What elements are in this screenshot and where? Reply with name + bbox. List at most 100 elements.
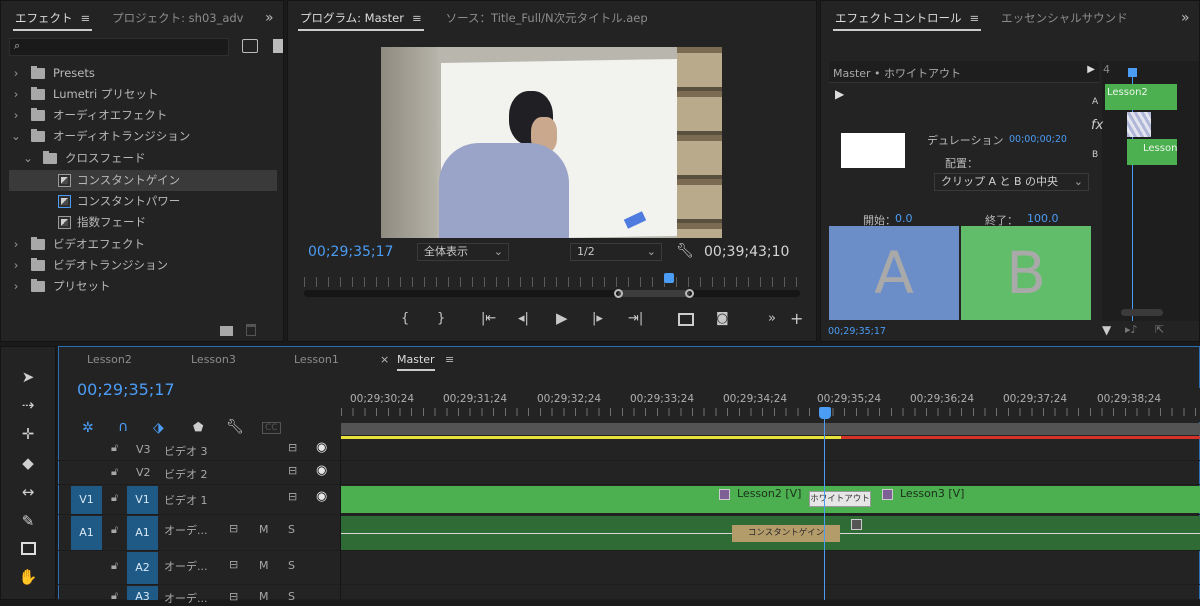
tree-item-user-presets[interactable]: › プリセット: [9, 276, 277, 297]
voiceover-record-icon[interactable]: ⊟: [229, 558, 238, 571]
expand-caret-icon[interactable]: ›: [11, 255, 21, 276]
panel-menu-icon[interactable]: ≡: [81, 1, 91, 35]
eye-icon[interactable]: ◉: [316, 440, 327, 455]
tree-item-audio-effects[interactable]: › オーディオエフェクト: [9, 105, 277, 126]
collapse-caret-icon[interactable]: ⌄: [11, 126, 21, 147]
track-target-a2[interactable]: A2: [127, 552, 158, 584]
ec-clip-lesson2[interactable]: Lesson2: [1105, 84, 1177, 110]
track-lock-icon[interactable]: 🔓︎: [111, 491, 118, 505]
go-to-in-button[interactable]: |⇤: [481, 311, 496, 326]
rectangle-tool-icon[interactable]: [15, 541, 41, 561]
track-lock-icon[interactable]: 🔓︎: [111, 465, 118, 479]
tree-item-video-effects[interactable]: › ビデオエフェクト: [9, 234, 277, 255]
solo-button-a1[interactable]: S: [288, 523, 295, 536]
ec-clip-lesson-b[interactable]: Lesson: [1127, 139, 1177, 165]
expand-caret-icon[interactable]: ›: [11, 276, 21, 297]
more-buttons-icon[interactable]: »: [768, 311, 776, 326]
video-clip-lesson3[interactable]: [841, 486, 1200, 513]
add-marker-icon[interactable]: ⬟: [193, 420, 203, 434]
sync-lock-icon[interactable]: ⊟: [288, 464, 297, 477]
play-button[interactable]: ▶: [556, 309, 568, 327]
solo-button-a3[interactable]: S: [288, 590, 295, 603]
selection-tool-icon[interactable]: ➤: [15, 368, 41, 388]
source-patch-a1[interactable]: A1: [71, 516, 102, 550]
expand-caret-icon[interactable]: ›: [11, 234, 21, 255]
safe-margins-icon[interactable]: [678, 313, 694, 326]
expand-caret-icon[interactable]: ›: [11, 63, 21, 84]
expand-caret-icon[interactable]: ›: [11, 105, 21, 126]
sequence-tab-lesson3[interactable]: Lesson3: [191, 353, 236, 366]
hand-tool-icon[interactable]: ✋: [15, 568, 41, 588]
eye-icon[interactable]: ◉: [316, 489, 327, 504]
track-id-v3[interactable]: V3: [136, 443, 151, 456]
program-time-ruler[interactable]: [304, 277, 800, 287]
step-forward-button[interactable]: |▸: [592, 311, 603, 326]
zoom-handle-left[interactable]: [614, 289, 623, 298]
new-folder-icon[interactable]: [220, 326, 233, 336]
mark-out-button[interactable]: }: [437, 311, 445, 326]
duration-value[interactable]: 00;00;00;20: [1009, 134, 1067, 145]
timeline-menu-icon[interactable]: ≡: [445, 353, 454, 366]
ec-export-icon[interactable]: ⇱: [1155, 323, 1164, 336]
tree-item-crossfade[interactable]: ⌄ クロスフェード: [9, 148, 277, 169]
track-target-a1[interactable]: A1: [127, 516, 158, 550]
linked-selection-icon[interactable]: ⬗: [153, 420, 164, 436]
track-target-v1[interactable]: V1: [127, 486, 158, 514]
ec-filter-icon[interactable]: ▼: [1102, 323, 1111, 337]
nest-toggle-icon[interactable]: ✲: [82, 420, 94, 436]
tree-item-lumetri[interactable]: › Lumetri プリセット: [9, 84, 277, 105]
track-lock-icon[interactable]: 🔓︎: [111, 441, 118, 455]
eye-icon[interactable]: ◉: [316, 463, 327, 478]
track-lock-icon[interactable]: 🔓︎: [111, 589, 118, 603]
play-transition-button[interactable]: ▶: [835, 87, 844, 101]
track-select-tool-icon[interactable]: ⇢: [15, 396, 41, 416]
sequence-tab-lesson1[interactable]: Lesson1: [294, 353, 339, 366]
panel-menu-icon[interactable]: ≡: [412, 1, 422, 35]
sequence-tab-master[interactable]: Master: [397, 353, 435, 371]
settings-wrench-icon[interactable]: 🔧︎: [676, 243, 694, 259]
program-playhead[interactable]: [664, 273, 674, 283]
ec-transition-block[interactable]: [1127, 112, 1151, 137]
work-area-bar[interactable]: [341, 423, 1200, 435]
tab-project[interactable]: プロジェクト: sh03_adv: [104, 1, 244, 35]
sync-lock-icon[interactable]: ⊟: [288, 490, 297, 503]
tree-item-presets[interactable]: › Presets: [9, 63, 277, 84]
tree-item-constant-gain[interactable]: コンスタントゲイン: [9, 170, 277, 191]
resolution-select[interactable]: 1/2 ⌄: [570, 243, 662, 261]
timeline-current-timecode[interactable]: 00;29;35;17: [77, 380, 175, 399]
program-current-timecode[interactable]: 00;29;35;17: [308, 244, 393, 260]
ec-scroll-bar[interactable]: [1121, 309, 1163, 316]
track-target-a3[interactable]: A3: [127, 586, 158, 600]
add-button-plus-icon[interactable]: +: [790, 309, 803, 328]
preview-b[interactable]: B: [961, 226, 1091, 320]
more-panels-icon[interactable]: »: [265, 1, 274, 35]
alignment-select[interactable]: クリップ A と B の中央 ⌄: [934, 173, 1089, 191]
transition-whiteout[interactable]: ホワイトアウト: [809, 491, 871, 507]
timeline-settings-wrench-icon[interactable]: 🔧︎: [226, 419, 244, 435]
trash-icon[interactable]: [246, 324, 256, 336]
tree-item-video-transitions[interactable]: › ビデオトランジション: [9, 255, 277, 276]
solo-button-a2[interactable]: S: [288, 559, 295, 572]
start-value[interactable]: 0.0: [895, 212, 913, 225]
go-to-out-button[interactable]: ⇥|: [628, 311, 643, 326]
mute-button-a2[interactable]: M: [259, 559, 269, 572]
zoom-handle-right[interactable]: [685, 289, 694, 298]
ripple-edit-tool-icon[interactable]: ✛: [15, 425, 41, 445]
voiceover-record-icon[interactable]: ⊟: [229, 522, 238, 535]
voiceover-record-icon[interactable]: ⊟: [229, 590, 238, 603]
more-panels-icon[interactable]: »: [1181, 1, 1190, 35]
slip-tool-icon[interactable]: ↔: [15, 483, 41, 503]
mute-button-a3[interactable]: M: [259, 590, 269, 603]
sync-lock-icon[interactable]: ⊟: [288, 441, 297, 454]
sequence-tab-lesson2[interactable]: Lesson2: [87, 353, 132, 366]
export-frame-camera-icon[interactable]: ◙: [716, 311, 729, 326]
collapse-caret-icon[interactable]: ⌄: [23, 148, 33, 169]
expand-caret-icon[interactable]: ›: [11, 84, 21, 105]
source-patch-v1[interactable]: V1: [71, 486, 102, 514]
panel-menu-icon[interactable]: ≡: [970, 1, 980, 35]
track-lock-icon[interactable]: 🔓︎: [111, 559, 118, 573]
ec-audio-icon[interactable]: ▸♪: [1125, 323, 1138, 336]
tab-program[interactable]: プログラム: Master ≡: [292, 1, 430, 35]
program-zoom-bar-range[interactable]: [618, 290, 690, 297]
razor-tool-icon[interactable]: ◆: [15, 454, 41, 474]
